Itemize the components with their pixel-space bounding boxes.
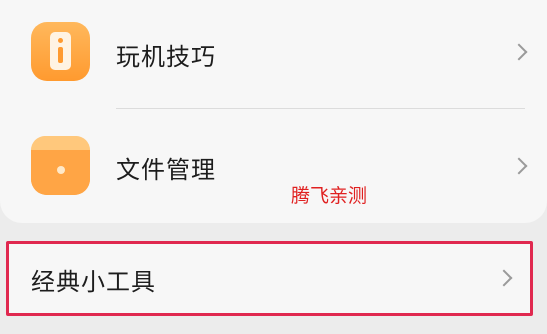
watermark-text: 腾飞亲测 — [291, 185, 368, 207]
chevron-right-icon — [495, 269, 513, 287]
info-icon — [31, 22, 90, 81]
chevron-right-icon — [510, 157, 528, 175]
menu-item-tips[interactable]: 玩机技巧 — [0, 0, 547, 108]
folder-icon — [31, 136, 90, 195]
menu-item-classic-tools[interactable]: 经典小工具 — [6, 241, 533, 316]
chevron-right-icon — [510, 43, 528, 61]
folder-tab — [31, 136, 90, 150]
info-glyph — [50, 32, 71, 70]
menu-item-label: 文件管理 — [116, 156, 216, 184]
menu-item-label: 经典小工具 — [31, 268, 156, 296]
menu-item-file-manager[interactable]: 文件管理 — [0, 110, 547, 222]
menu-item-label: 玩机技巧 — [116, 43, 216, 71]
folder-dot — [57, 166, 65, 174]
divider — [116, 108, 525, 109]
